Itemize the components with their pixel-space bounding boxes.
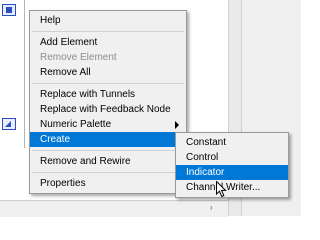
menu-item-label: Create <box>40 134 71 145</box>
submenu-arrow-icon <box>175 121 179 129</box>
menu-item-replace-with-feedback-node[interactable]: Replace with Feedback Node <box>30 102 186 117</box>
create-submenu: Constant Control Indicator Channel Write… <box>175 132 289 198</box>
menu-separator <box>32 83 184 84</box>
menu-item-remove-and-rewire[interactable]: Remove and Rewire <box>30 154 186 169</box>
scroll-right-arrow-icon[interactable]: › <box>210 203 213 212</box>
mouse-cursor-icon <box>216 181 227 198</box>
menu-item-create[interactable]: Create <box>30 132 186 147</box>
menu-separator <box>32 150 184 151</box>
menu-item-remove-all[interactable]: Remove All <box>30 65 186 80</box>
submenu-item-constant[interactable]: Constant <box>176 135 288 150</box>
submenu-item-control[interactable]: Control <box>176 150 288 165</box>
submenu-item-indicator[interactable]: Indicator <box>176 165 288 180</box>
horizontal-scrollbar[interactable]: › <box>0 200 228 217</box>
shift-register-top-icon[interactable] <box>2 4 16 16</box>
menu-separator <box>32 31 184 32</box>
menu-item-numeric-palette[interactable]: Numeric Palette <box>30 117 186 132</box>
menu-item-label: Numeric Palette <box>40 119 112 130</box>
menu-item-add-element[interactable]: Add Element <box>30 35 186 50</box>
menu-item-remove-element: Remove Element <box>40 52 117 63</box>
menu-item-properties[interactable]: Properties <box>30 176 186 191</box>
submenu-item-channel-writer[interactable]: Channel Writer... <box>176 180 288 195</box>
context-menu: Help Add Element Remove Element Remove A… <box>29 10 187 194</box>
shift-register-bottom-icon[interactable] <box>2 118 16 130</box>
menu-item-replace-with-tunnels[interactable]: Replace with Tunnels <box>30 87 186 102</box>
menu-separator <box>32 172 184 173</box>
menu-item-help[interactable]: Help <box>30 13 186 28</box>
